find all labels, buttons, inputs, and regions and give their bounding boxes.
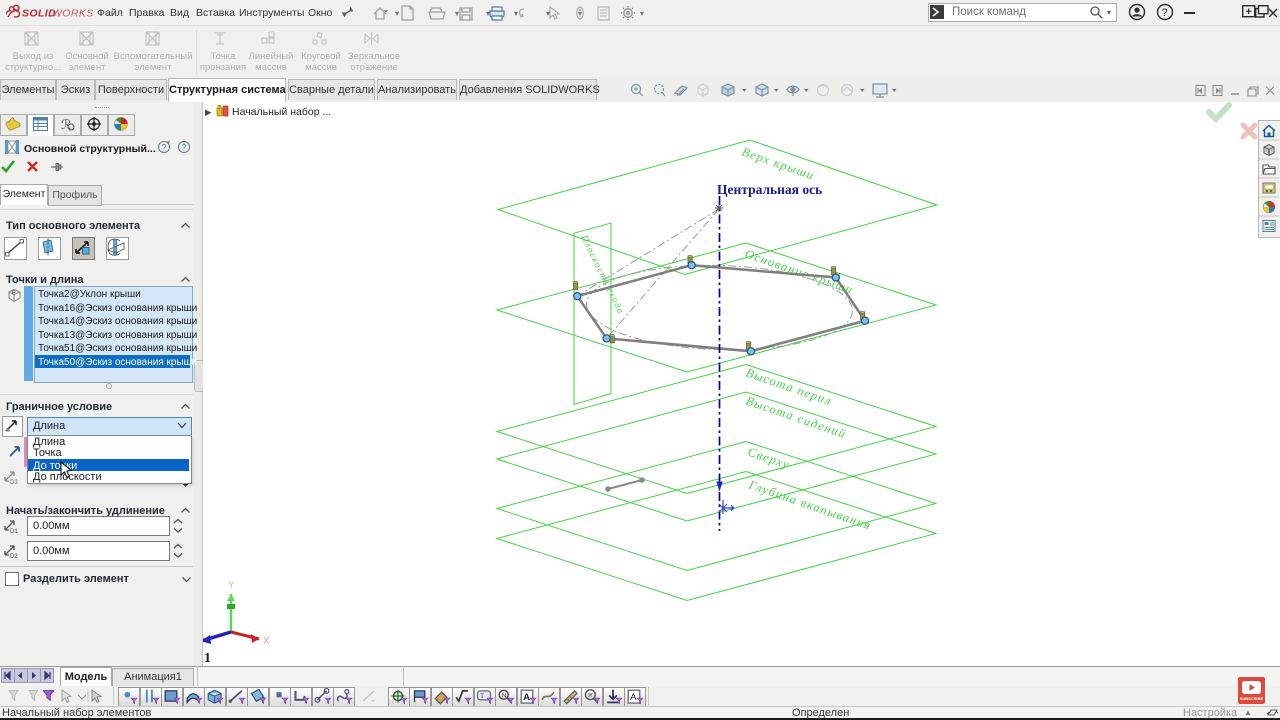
- svg-text:P: P: [12, 291, 16, 297]
- svg-text:X: X: [263, 636, 270, 647]
- svg-text:Y: Y: [228, 580, 235, 591]
- svg-text:D2: D2: [10, 554, 18, 560]
- svg-text:D1: D1: [10, 529, 18, 535]
- svg-text:T: T: [480, 693, 484, 700]
- svg-text:?: ?: [182, 143, 187, 153]
- svg-text:WORKS: WORKS: [52, 8, 94, 20]
- svg-text:D3: D3: [10, 480, 18, 486]
- svg-text:?: ?: [1162, 7, 1168, 19]
- svg-text:Плоскость схода: Плоскость схода: [578, 233, 626, 317]
- svg-text:SOLID: SOLID: [22, 8, 56, 20]
- svg-text:Высота сидений: Высота сидений: [744, 394, 848, 442]
- svg-text:?: ?: [162, 143, 167, 153]
- svg-text:Центральная ось: Центральная ось: [717, 182, 822, 197]
- svg-text:Глубина вкапывания: Глубина вкапывания: [746, 477, 873, 532]
